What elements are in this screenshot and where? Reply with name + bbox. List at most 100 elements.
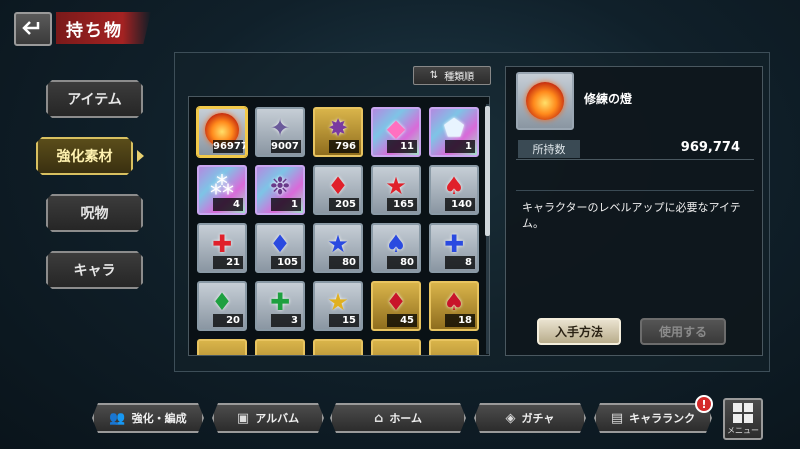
spark-cluster-icon: ❉ [269, 172, 291, 200]
item-count: 21 [213, 256, 243, 269]
rank-icon: ▤ [610, 410, 624, 426]
nav-home-label: ホーム [389, 412, 422, 425]
nav-gacha[interactable]: ◈ ガチャ [474, 403, 586, 433]
nav-album-label: アルバム [255, 412, 300, 425]
red-soul-gold-2-icon: ♠ [443, 288, 465, 316]
yellow-soul-star-icon: ★ [327, 288, 349, 316]
item-slot-yellow-soul-star[interactable]: ★ 15 [313, 281, 363, 331]
item-slot-red-soul-gold-2[interactable]: ♠ 18 [429, 281, 479, 331]
page-title: 持ち物 [56, 12, 151, 44]
item-slot-crystal-shard[interactable]: ◆ 11 [371, 107, 421, 157]
item-count: 969774 [213, 140, 245, 153]
tab-materials[interactable]: 強化素材 [36, 137, 133, 175]
notification-badge: ! [695, 395, 713, 413]
item-count: 45 [387, 314, 417, 327]
red-soul-diamond-icon: ♦ [327, 172, 349, 200]
how-to-obtain-button[interactable]: 入手方法 [537, 318, 621, 345]
item-slot-crystal-cluster[interactable]: ✸ 796 [313, 107, 363, 157]
item-count: 8 [445, 256, 475, 269]
item-slot-blue-soul-spade[interactable]: ♠ 80 [371, 223, 421, 273]
red-soul-gold-icon: ♦ [385, 288, 407, 316]
item-slot-spark-cluster[interactable]: ❉ 1 [255, 165, 305, 215]
item-grid[interactable]: 969774✦9007✸796◆11⬟1⁂4❉1♦205★165♠140✚21♦… [188, 96, 490, 356]
item-slot-blue-soul-star[interactable]: ★ 80 [313, 223, 363, 273]
flame-orb-icon [526, 82, 564, 120]
item-slot-red-soul-spade[interactable]: ♠ 140 [429, 165, 479, 215]
back-button[interactable] [14, 12, 52, 46]
blue-soul-diamond-icon: ♦ [269, 230, 291, 258]
crystal-shard-icon: ◆ [386, 114, 406, 142]
blue-soul-spade-icon: ♠ [385, 230, 407, 258]
nav-upgrade-label: 強化・編成 [131, 412, 187, 425]
divider [516, 190, 754, 191]
green-soul-diamond-icon: ♦ [211, 288, 233, 316]
menu-button[interactable]: メニュー [723, 398, 763, 440]
item-count: 140 [445, 198, 475, 211]
item-slot-green-soul-cross[interactable]: ✚ 3 [255, 281, 305, 331]
tab-items[interactable]: アイテム [46, 80, 143, 118]
nav-upgrade[interactable]: 👥 強化・編成 [92, 403, 204, 433]
item-slot-red-soul-diamond[interactable]: ♦ 205 [313, 165, 363, 215]
nav-gacha-label: ガチャ [521, 412, 555, 425]
item-count: 4 [213, 198, 243, 211]
nav-album[interactable]: ▣ アルバム [212, 403, 324, 433]
red-soul-cross-icon: ✚ [211, 230, 233, 258]
grid-icon [733, 402, 753, 423]
item-slot-partial[interactable] [255, 339, 305, 355]
sort-button[interactable]: ⇅ 種類順 [413, 66, 491, 85]
item-count: 11 [387, 140, 417, 153]
active-tab-arrow-icon [137, 150, 144, 162]
item-count: 80 [329, 256, 359, 269]
tab-characters[interactable]: キャラ [46, 251, 143, 289]
gacha-icon: ◈ [505, 410, 516, 426]
nav-rank-label: キャラランク [629, 412, 696, 425]
tab-cursed[interactable]: 呪物 [46, 194, 143, 232]
item-count: 165 [387, 198, 417, 211]
item-count: 9007 [271, 140, 301, 153]
item-count: 15 [329, 314, 359, 327]
item-count: 796 [329, 140, 359, 153]
item-count: 3 [271, 314, 301, 327]
sort-label: 種類順 [444, 72, 475, 83]
green-soul-cross-icon: ✚ [269, 288, 291, 316]
nav-character-rank[interactable]: ▤ キャラランク [594, 403, 712, 433]
spark-fragment-icon: ⁂ [210, 172, 234, 200]
item-slot-partial[interactable] [313, 339, 363, 355]
item-slot-red-soul-gold[interactable]: ♦ 45 [371, 281, 421, 331]
nav-home[interactable]: ⌂ ホーム [330, 403, 466, 433]
album-icon: ▣ [236, 410, 250, 426]
prism-crystal-icon: ⬟ [443, 114, 465, 142]
item-slot-blue-soul-cross[interactable]: ✚ 8 [429, 223, 479, 273]
item-slot-partial[interactable] [197, 339, 247, 355]
item-count: 1 [271, 198, 301, 211]
item-count: 20 [213, 314, 243, 327]
blue-soul-star-icon: ★ [327, 230, 349, 258]
item-slot-blue-soul-diamond[interactable]: ♦ 105 [255, 223, 305, 273]
item-slot-red-soul-star[interactable]: ★ 165 [371, 165, 421, 215]
owned-value: 969,774 [680, 140, 740, 155]
use-button[interactable]: 使用する [640, 318, 726, 345]
item-slot-flame-orb[interactable]: 969774 [197, 107, 247, 157]
crystal-cluster-icon: ✸ [327, 114, 349, 142]
item-slot-red-soul-cross[interactable]: ✚ 21 [197, 223, 247, 273]
item-slot-partial[interactable] [429, 339, 479, 355]
menu-label: メニュー [727, 425, 759, 435]
owned-label: 所持数 [518, 140, 580, 158]
item-count: 80 [387, 256, 417, 269]
item-slot-green-soul-diamond[interactable]: ♦ 20 [197, 281, 247, 331]
sort-icon: ⇅ [429, 70, 439, 81]
scrollbar-thumb[interactable] [485, 106, 490, 236]
item-slot-spark-fragment[interactable]: ⁂ 4 [197, 165, 247, 215]
item-count: 205 [329, 198, 359, 211]
crystal-shards-icon: ✦ [269, 114, 291, 142]
back-arrow-icon [22, 21, 40, 35]
people-icon: 👥 [109, 410, 126, 426]
item-slot-partial[interactable] [371, 339, 421, 355]
home-icon: ⌂ [374, 410, 384, 426]
red-soul-star-icon: ★ [385, 172, 407, 200]
item-slot-crystal-shards[interactable]: ✦ 9007 [255, 107, 305, 157]
item-count: 18 [445, 314, 475, 327]
detail-item-icon [516, 72, 574, 130]
detail-item-name: 修練の燈 [584, 92, 633, 106]
item-slot-prism-crystal[interactable]: ⬟ 1 [429, 107, 479, 157]
